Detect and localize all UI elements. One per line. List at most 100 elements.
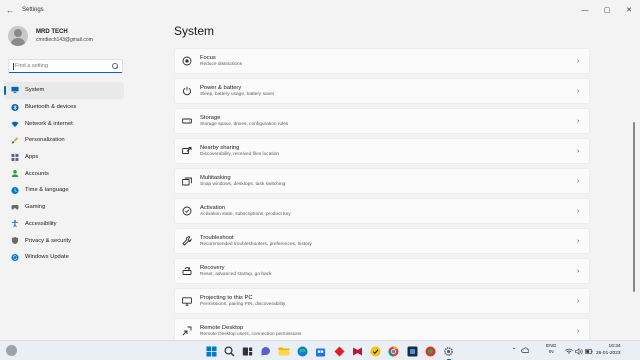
card-subtitle: Remote Desktop users, connection permiss… [200,332,302,338]
profile[interactable]: MRD TECH cmrdtech143@gmail.com [8,26,93,46]
card-title: Power & battery [200,84,242,91]
card-title: Projecting to this PC [200,294,253,301]
settings-card-nearby-sharing[interactable]: Nearby sharing Discoverability, received … [174,138,590,164]
sidebar-item-accessibility[interactable]: Accessibility [4,216,124,233]
remote-desktop-icon [182,326,192,336]
sidebar-item-personalization[interactable]: Personalization [4,132,124,149]
sidebar-item-label: Time & language [25,187,69,194]
sidebar: MRD TECH cmrdtech143@gmail.com Find a se… [0,20,130,340]
card-subtitle: Snap windows, desktops, task switching [200,182,286,188]
card-title: Recovery [200,264,225,271]
minimize-button[interactable]: — [574,0,596,20]
sidebar-item-bluetooth-devices[interactable]: Bluetooth & devices [4,99,124,116]
taskbar-task-view-icon[interactable] [241,344,255,358]
share-icon [182,146,192,156]
gamepad-icon [11,203,19,211]
chevron-right-icon: › [576,327,580,335]
taskbar-mcafee-icon[interactable] [350,344,364,358]
sidebar-item-system[interactable]: System [4,82,124,99]
sidebar-item-time-language[interactable]: Time & language [4,182,124,199]
language-indicator[interactable]: ENG IN [546,344,556,356]
shield-icon [11,236,19,245]
profile-name: MRD TECH [36,29,68,35]
taskbar-file-explorer-icon[interactable] [277,344,291,358]
lang-region: IN [548,350,554,355]
settings-card-troubleshoot[interactable]: Troubleshoot Recommended troubleshooters,… [174,228,590,254]
activation-icon [182,206,192,216]
search-icon[interactable] [112,63,118,69]
cloud-icon[interactable] [521,345,529,355]
sidebar-item-label: Network & internet [25,120,73,127]
taskbar-dark-app-icon[interactable] [405,344,419,358]
card-subtitle: Sleep, battery usage, battery saver [200,92,275,98]
volume-icon[interactable] [575,346,583,356]
taskbar-chrome-icon[interactable] [387,344,401,358]
sidebar-item-windows-update[interactable]: Windows Update [4,249,124,266]
card-subtitle: Discoverability, received files location [200,152,280,158]
card-subtitle: Reset, advanced startup, go back [200,272,272,278]
window-controls: — ▢ ✕ [574,0,640,20]
taskbar-red-app-icon[interactable] [332,344,346,358]
sidebar-item-label: Privacy & security [25,237,72,244]
avatar [8,26,28,46]
taskbar-windows-start-icon[interactable] [204,344,218,358]
settings-card-storage[interactable]: Storage Storage space, drives, configurat… [174,108,590,134]
search-input[interactable]: Find a setting [8,59,123,73]
back-button[interactable]: ← [0,0,20,20]
clock[interactable]: 16:34 26-01-2023 [596,344,621,357]
card-title: Storage [200,114,221,121]
sidebar-item-label: Apps [25,154,39,161]
close-button[interactable]: ✕ [618,0,640,20]
card-subtitle: Activation state, subscriptions, product… [200,212,291,218]
taskbar-edge-icon[interactable] [295,344,309,358]
sidebar-item-apps[interactable]: Apps [4,149,124,166]
chevron-right-icon: › [576,207,580,215]
taskbar-norton-icon[interactable] [369,344,383,358]
card-subtitle: Permissions, pairing PIN, discoverabilit… [200,302,286,308]
settings-card-power-battery[interactable]: Power & battery Sleep, battery usage, bat… [174,78,590,104]
taskbar-colorful-app-icon[interactable] [424,344,438,358]
system-tray: ⌃ [510,345,532,355]
settings-card-recovery[interactable]: Recovery Reset, advanced startup, go back… [174,258,590,284]
sidebar-item-label: System [25,87,45,94]
settings-card-focus[interactable]: Focus Reduce distractions › [174,48,590,74]
card-title: Activation [200,204,226,211]
sidebar-item-network-internet[interactable]: Network & internet [4,115,124,132]
wifi-tray-icon[interactable] [565,346,573,356]
card-subtitle: Reduce distractions [200,62,243,68]
maximize-button[interactable]: ▢ [596,0,618,20]
clock-date: 26-01-2023 [596,350,621,356]
taskbar-chat-icon[interactable] [259,344,273,358]
chevron-right-icon: › [576,147,580,155]
taskbar-settings-icon[interactable] [442,344,456,360]
sidebar-item-privacy-security[interactable]: Privacy & security [4,232,124,249]
chevron-right-icon: › [576,117,580,125]
card-title: Troubleshoot [200,234,234,241]
storage-icon [182,116,192,126]
tray-overflow-chevron-icon[interactable]: ⌃ [510,345,518,355]
settings-card-multitasking[interactable]: Multitasking Snap windows, desktops, task… [174,168,590,194]
main-content: System Focus Reduce distractions › Power & … [174,20,636,340]
sidebar-item-accounts[interactable]: Accounts [4,165,124,182]
taskbar: ⌃ ENG IN 16:34 26-01-2023 [0,340,640,360]
sidebar-item-gaming[interactable]: Gaming [4,199,124,216]
settings-card-activation[interactable]: Activation Activation state, subscription… [174,198,590,224]
apps-icon [11,153,19,161]
globe-clock-icon [11,186,19,195]
scrollbar-thumb[interactable] [633,122,635,292]
taskbar-search-icon[interactable] [222,344,236,358]
sidebar-item-label: Personalization [25,137,65,144]
wrench-icon [182,236,192,246]
person-icon [11,170,19,178]
settings-card-projecting-to-this-pc[interactable]: Projecting to this PC Permissions, pairin… [174,288,590,314]
card-title: Focus [200,54,216,61]
weather-widget-icon[interactable] [6,345,17,356]
card-title: Remote Desktop [200,324,244,331]
scrollbar[interactable] [633,52,635,340]
card-subtitle: Recommended troubleshooters, preferences… [200,242,312,248]
profile-email: cmrdtech143@gmail.com [36,37,93,43]
brush-icon [11,136,19,144]
settings-card-remote-desktop[interactable]: Remote Desktop Remote Desktop users, conn… [174,318,590,340]
battery-icon[interactable] [585,346,593,356]
taskbar-store-icon[interactable] [314,344,328,358]
